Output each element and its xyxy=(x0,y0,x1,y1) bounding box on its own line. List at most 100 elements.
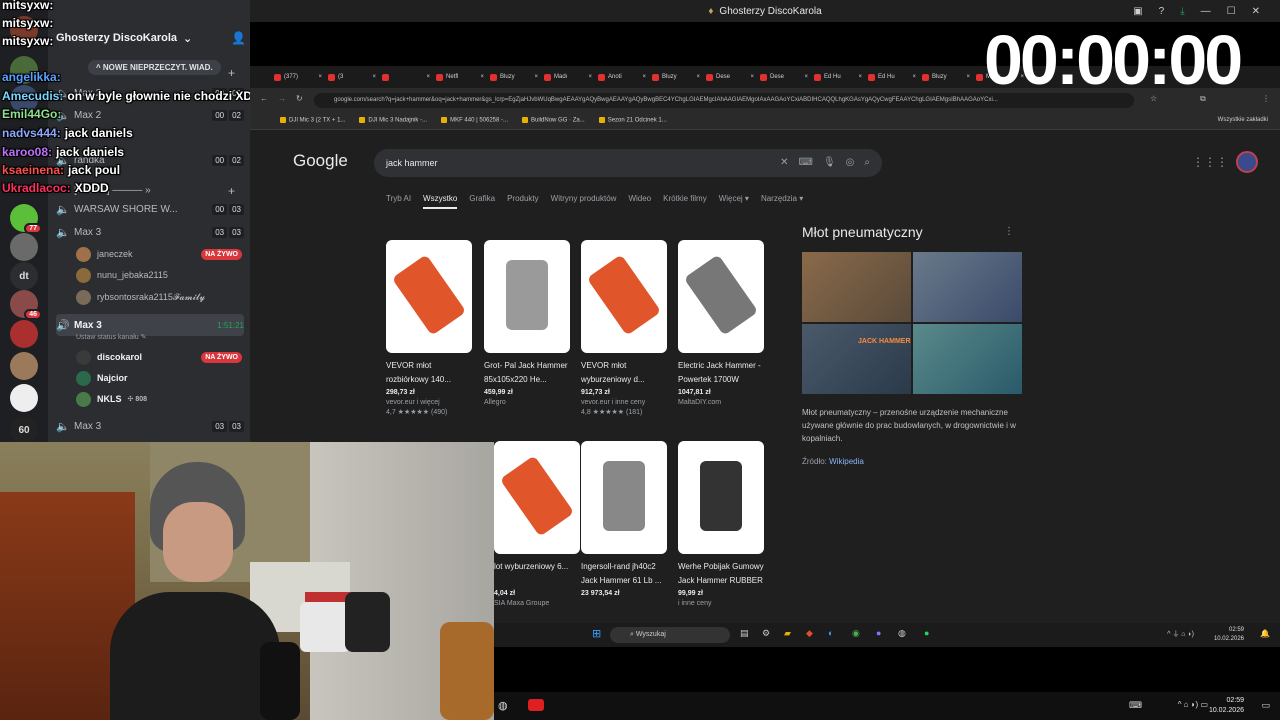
help-icon[interactable]: ? xyxy=(1159,6,1165,17)
product-image[interactable] xyxy=(494,441,580,554)
forward-icon[interactable]: → xyxy=(278,94,286,103)
search-tab[interactable]: Grafika xyxy=(469,194,495,209)
server-icon[interactable]: dt xyxy=(10,262,38,290)
close-tab-icon[interactable]: × xyxy=(696,74,700,80)
server-icon[interactable]: 77 xyxy=(10,204,42,234)
taskbar-clock[interactable]: 02:59 10.02.2026 xyxy=(1214,626,1244,644)
server-icon[interactable]: 60 xyxy=(10,416,38,444)
tray-icons[interactable]: ^ ⌂ ◗) ▭ xyxy=(1178,700,1208,709)
youtube-icon[interactable] xyxy=(528,699,544,711)
browser-tab[interactable]: Ed Hu × xyxy=(868,70,916,84)
product-image[interactable] xyxy=(581,441,667,554)
folder-icon[interactable]: ▰ xyxy=(784,628,791,639)
server-icon[interactable] xyxy=(10,352,38,380)
new-unread-pill[interactable]: ^ NOWE NIEPRZECZYT. WIAD. xyxy=(88,60,221,75)
maximize-button[interactable]: ☐ xyxy=(1227,6,1236,17)
edge-icon[interactable]: ◐ xyxy=(828,628,833,638)
bookmark-item[interactable]: DJI Mic 3 (2 TX + 1... xyxy=(280,117,345,124)
voice-channel[interactable]: 🔈 Max 3 03 03 xyxy=(56,416,244,436)
browser-tab[interactable]: Ed Hu × xyxy=(814,70,862,84)
browser-tab[interactable]: Dese × xyxy=(760,70,808,84)
browser-tab[interactable]: Netfl × xyxy=(436,70,484,84)
browser-tab[interactable]: Bluzy × xyxy=(490,70,538,84)
close-button[interactable]: ✕ xyxy=(1252,6,1260,17)
voice-channel[interactable]: 🔈 Max 3 03 03 xyxy=(56,222,244,242)
product-card[interactable]: VEVOR młot wyburzeniowy d... 912,73 zł vev… xyxy=(581,240,667,416)
search-tab[interactable]: Narzędzia ▾ xyxy=(761,194,803,209)
minimize-button[interactable]: — xyxy=(1201,6,1211,17)
voice-channel[interactable]: 🔈 WARSAW SHORE W... 00 03 xyxy=(56,199,244,219)
product-image[interactable] xyxy=(386,240,472,353)
voice-user[interactable]: NKLS ✣ 808 xyxy=(76,389,242,409)
browser-tab[interactable]: (3 × xyxy=(328,70,376,84)
product-image[interactable] xyxy=(484,240,570,353)
product-card[interactable]: Werhe Pobijak Gumowy Jack Hammer RUBBER 9… xyxy=(678,441,764,607)
taskbar-clock[interactable]: 02:59 10.02.2026 xyxy=(1209,696,1244,716)
product-image[interactable] xyxy=(581,240,667,353)
product-card[interactable]: lot wyburzeniowy 6... 4,04 zł SIA Maxa Gro… xyxy=(494,441,580,607)
voice-user[interactable]: janeczek NA ŻYWO xyxy=(76,244,242,264)
chrome-icon[interactable]: ◉ xyxy=(852,628,860,639)
knowledge-image[interactable] xyxy=(913,324,1022,394)
avatar[interactable] xyxy=(1236,151,1258,173)
cast-icon[interactable]: ▣ xyxy=(1133,6,1142,17)
all-bookmarks[interactable]: Wszystkie zakładki xyxy=(1218,117,1268,123)
steam-icon[interactable]: ◍ xyxy=(498,699,508,712)
server-icon[interactable]: 46 xyxy=(10,290,42,320)
search-tab[interactable]: Więcej ▾ xyxy=(719,194,749,209)
voice-user[interactable]: rybsontosraka2115𝓕𝓪𝓶𝓲𝓵𝔂 xyxy=(76,287,242,307)
status-hint[interactable]: Ustaw status kanału ✎ xyxy=(76,333,146,341)
browser-tab[interactable]: Bluzy × xyxy=(652,70,700,84)
add-channel-icon[interactable]: + xyxy=(228,66,235,80)
lens-icon[interactable]: ◎ xyxy=(846,157,855,168)
search-tab[interactable]: Wideo xyxy=(628,194,651,209)
close-tab-icon[interactable]: × xyxy=(912,74,916,80)
more-icon[interactable]: ⋮ xyxy=(1004,226,1014,237)
search-input[interactable]: jack hammer ✕ ⌨ 🎙 ◎ ⌕ xyxy=(374,149,882,177)
product-card[interactable]: Electric Jack Hammer - Powertek 1700W 104… xyxy=(678,240,764,406)
clear-icon[interactable]: ✕ xyxy=(780,157,788,168)
browser-tab[interactable]: Bluzy × xyxy=(922,70,970,84)
product-card[interactable]: VEVOR młot rozbiórkowy 140... 298,73 zł ve… xyxy=(386,240,472,416)
bookmark-item[interactable]: DJI Mic 3 Nadajnik -... xyxy=(359,117,427,124)
knowledge-image[interactable] xyxy=(802,252,911,322)
search-tab[interactable]: Wszystko xyxy=(423,194,458,209)
back-icon[interactable]: ← xyxy=(260,94,268,103)
close-tab-icon[interactable]: × xyxy=(642,74,646,80)
mic-icon[interactable]: 🎙 xyxy=(823,157,836,168)
voice-user[interactable]: discokarol NA ŻYWO xyxy=(76,347,242,367)
task-view-icon[interactable]: ▤ xyxy=(740,628,749,639)
bookmark-item[interactable]: BuildNow GG · Za... xyxy=(522,117,585,124)
close-tab-icon[interactable]: × xyxy=(588,74,592,80)
browser-tab[interactable]: Dese × xyxy=(706,70,754,84)
close-tab-icon[interactable]: × xyxy=(426,74,430,80)
keyboard-icon[interactable]: ⌨ xyxy=(1129,700,1142,711)
voice-user[interactable]: nunu_jebaka2115 xyxy=(76,265,242,285)
server-icon[interactable] xyxy=(10,384,38,412)
browser-tab[interactable]: Anoti × xyxy=(598,70,646,84)
brave-icon[interactable]: ◆ xyxy=(806,628,813,639)
browser-tab[interactable]: × xyxy=(382,70,430,84)
google-logo[interactable]: Google xyxy=(293,151,348,171)
knowledge-image[interactable]: JACK HAMMER xyxy=(802,324,911,394)
wikipedia-link[interactable]: Wikipedia xyxy=(829,457,864,466)
product-card[interactable]: Grot- Pal Jack Hammer 85x105x220 He... 45… xyxy=(484,240,570,406)
close-tab-icon[interactable]: × xyxy=(534,74,538,80)
voice-channel[interactable]: 🔈 Max 2 00 02 xyxy=(56,105,244,125)
settings-icon[interactable]: ⚙ xyxy=(762,628,770,639)
close-tab-icon[interactable]: × xyxy=(480,74,484,80)
tray-icons[interactable]: ^ ⏚ ⌂ ◗) xyxy=(1167,629,1194,639)
product-image[interactable] xyxy=(678,441,764,554)
bookmark-item[interactable]: MKF 440 | 506258 -... xyxy=(441,117,508,124)
keyboard-icon[interactable]: ⌨ xyxy=(799,157,813,168)
taskbar-search[interactable]: ⌕ Wyszukaj xyxy=(610,627,730,643)
close-tab-icon[interactable]: × xyxy=(804,74,808,80)
knowledge-image[interactable] xyxy=(913,252,1022,322)
discord-icon[interactable]: ● xyxy=(876,628,881,638)
search-tab[interactable]: Witryny produktów xyxy=(551,194,617,209)
add-member-icon[interactable]: 👤 xyxy=(231,31,246,45)
reload-icon[interactable]: ↻ xyxy=(296,94,303,103)
search-tab[interactable]: Krótkie filmy xyxy=(663,194,707,209)
search-tab[interactable]: Tryb AI xyxy=(386,194,411,209)
search-icon[interactable]: ⌕ xyxy=(864,157,870,168)
